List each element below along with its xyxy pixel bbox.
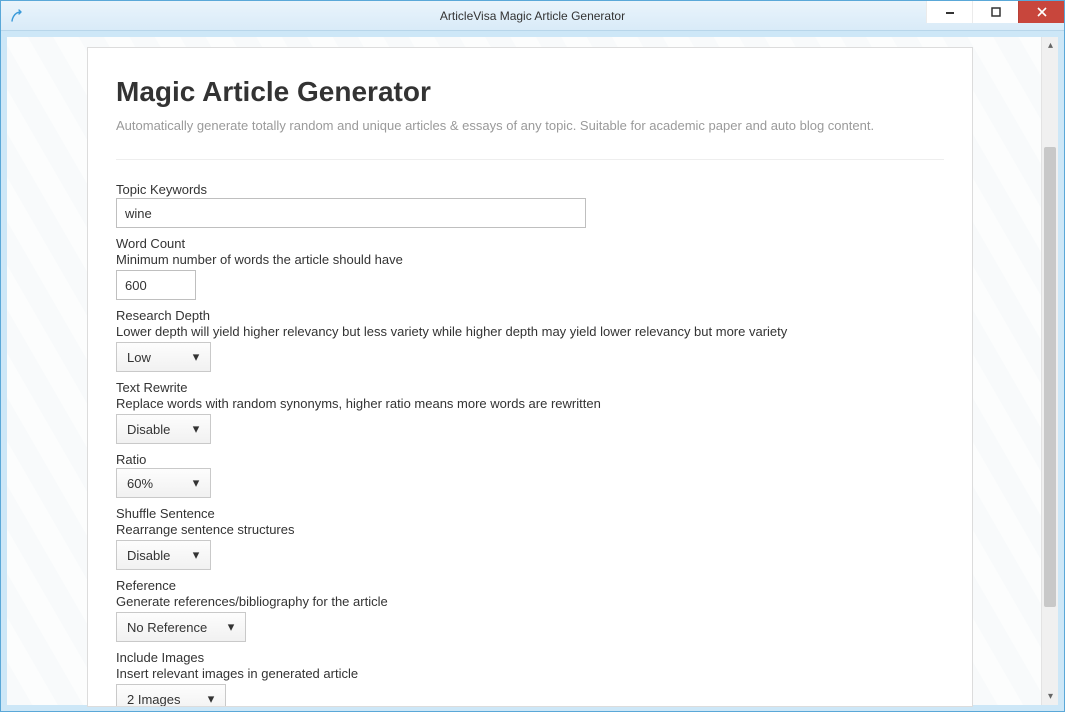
ratio-value: 60% [127, 476, 188, 491]
window-title: ArticleVisa Magic Article Generator [1, 9, 1064, 23]
label-wordcount: Word Count [116, 236, 944, 251]
reference-select[interactable]: No Reference ▾ [116, 612, 246, 642]
label-ratio: Ratio [116, 452, 944, 467]
hint-shuffle: Rearrange sentence structures [116, 522, 944, 537]
maximize-button[interactable] [972, 1, 1018, 23]
scroll-up-arrow[interactable]: ▴ [1042, 37, 1059, 54]
maximize-icon [991, 7, 1001, 17]
depth-value: Low [127, 350, 188, 365]
field-reference: Reference Generate references/bibliograp… [116, 578, 944, 642]
chevron-down-icon: ▾ [188, 547, 204, 563]
rewrite-select[interactable]: Disable ▾ [116, 414, 211, 444]
images-select[interactable]: 2 Images ▾ [116, 684, 226, 707]
label-shuffle: Shuffle Sentence [116, 506, 944, 521]
close-icon [1037, 7, 1047, 17]
label-images: Include Images [116, 650, 944, 665]
vertical-scrollbar[interactable]: ▴ ▾ [1041, 37, 1058, 705]
chevron-down-icon: ▾ [188, 349, 204, 365]
hint-images: Insert relevant images in generated arti… [116, 666, 944, 681]
reference-value: No Reference [127, 620, 223, 635]
main-panel: Magic Article Generator Automatically ge… [87, 47, 973, 707]
topic-input[interactable] [116, 198, 586, 228]
field-rewrite: Text Rewrite Replace words with random s… [116, 380, 944, 444]
hint-rewrite: Replace words with random synonyms, high… [116, 396, 944, 411]
images-value: 2 Images [127, 692, 203, 707]
app-icon [9, 8, 25, 24]
app-window: ArticleVisa Magic Article Generator Magi… [0, 0, 1065, 712]
label-rewrite: Text Rewrite [116, 380, 944, 395]
hint-reference: Generate references/bibliography for the… [116, 594, 944, 609]
hint-depth: Lower depth will yield higher relevancy … [116, 324, 944, 339]
chevron-down-icon: ▾ [223, 619, 239, 635]
shuffle-value: Disable [127, 548, 188, 563]
minimize-button[interactable] [926, 1, 972, 23]
label-topic: Topic Keywords [116, 182, 944, 197]
page-subtitle: Automatically generate totally random an… [116, 118, 944, 133]
window-controls [926, 1, 1064, 23]
chevron-down-icon: ▾ [188, 421, 204, 437]
client-area: Magic Article Generator Automatically ge… [1, 31, 1064, 711]
chevron-down-icon: ▾ [203, 691, 219, 707]
field-topic: Topic Keywords [116, 182, 944, 228]
field-shuffle: Shuffle Sentence Rearrange sentence stru… [116, 506, 944, 570]
field-depth: Research Depth Lower depth will yield hi… [116, 308, 944, 372]
close-button[interactable] [1018, 1, 1064, 23]
minimize-icon [945, 7, 955, 17]
scroll-down-arrow[interactable]: ▾ [1042, 688, 1059, 705]
depth-select[interactable]: Low ▾ [116, 342, 211, 372]
titlebar[interactable]: ArticleVisa Magic Article Generator [1, 1, 1064, 31]
label-depth: Research Depth [116, 308, 944, 323]
chevron-down-icon: ▾ [188, 475, 204, 491]
ratio-select[interactable]: 60% ▾ [116, 468, 211, 498]
label-reference: Reference [116, 578, 944, 593]
wordcount-input[interactable] [116, 270, 196, 300]
page-title: Magic Article Generator [116, 76, 944, 108]
rewrite-value: Disable [127, 422, 188, 437]
divider [116, 159, 944, 160]
hint-wordcount: Minimum number of words the article shou… [116, 252, 944, 267]
field-wordcount: Word Count Minimum number of words the a… [116, 236, 944, 300]
field-ratio: Ratio 60% ▾ [116, 452, 944, 498]
shuffle-select[interactable]: Disable ▾ [116, 540, 211, 570]
scroll-thumb[interactable] [1044, 147, 1056, 607]
field-images: Include Images Insert relevant images in… [116, 650, 944, 707]
